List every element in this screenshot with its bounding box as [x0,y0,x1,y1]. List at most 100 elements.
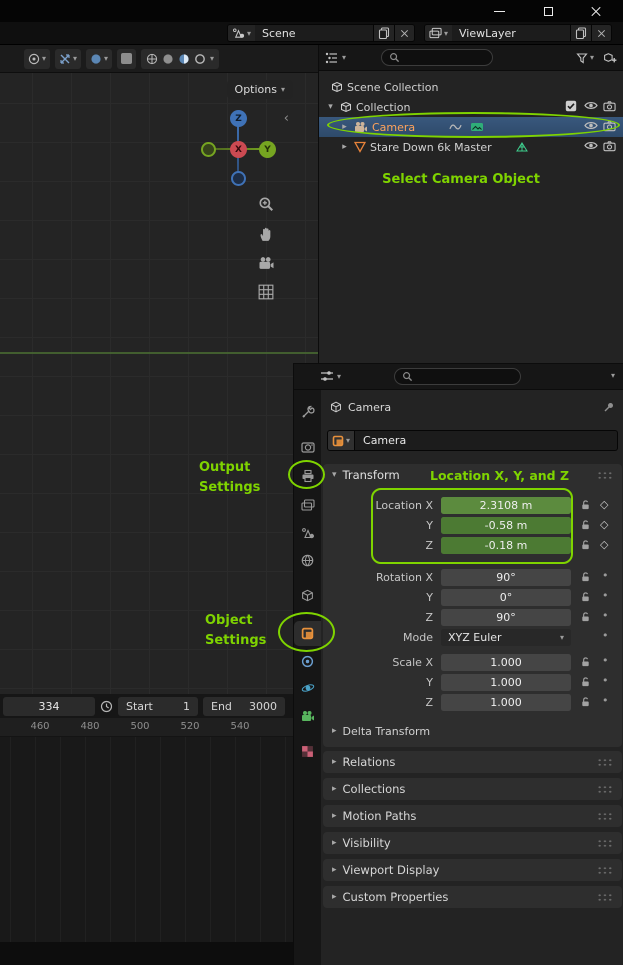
outliner-row-camera[interactable]: ▸ Camera [319,117,623,137]
object-id-button[interactable]: ▾ [327,430,356,451]
panel-grip-icon[interactable] [597,838,613,848]
animate-dot-icon[interactable]: • [602,609,609,622]
rotation-x-field[interactable]: 90° [441,569,571,586]
sidebar-toggle[interactable]: ‹ [284,111,289,126]
object-name-field[interactable]: Camera [355,430,618,451]
material-shading-icon[interactable] [178,53,190,65]
tab-physics[interactable] [294,675,321,700]
panel-grip-icon[interactable] [597,757,613,767]
new-scene-button[interactable] [373,24,395,42]
frame-start-field[interactable]: Start 1 [118,696,198,716]
wireframe-shading-icon[interactable] [146,53,158,65]
keyframe-icon[interactable]: ◇ [600,538,608,551]
scene-name-field[interactable]: Scene [255,24,374,42]
lock-icon[interactable] [580,499,591,510]
keyframe-icon[interactable]: ◇ [600,518,608,531]
scene-browse-button[interactable]: ▾ [227,24,256,42]
lock-icon[interactable] [580,571,591,582]
filter-button[interactable]: ▾ [576,52,594,64]
animate-dot-icon[interactable]: • [602,654,609,667]
animate-dot-icon[interactable]: • [602,569,609,582]
new-collection-icon[interactable] [603,51,618,64]
collection-checkbox[interactable] [565,100,577,112]
maximize-button[interactable] [527,0,569,22]
properties-options-dropdown[interactable]: ▾ [611,371,615,380]
camera-view-icon[interactable] [258,256,275,270]
animate-dot-icon[interactable]: • [602,589,609,602]
pin-icon[interactable] [603,401,615,413]
outliner-search-input[interactable] [381,49,494,66]
location-z-field[interactable]: -0.18 m [441,537,571,554]
scale-x-field[interactable]: 1.000 [441,654,571,671]
gizmo-y-negative[interactable] [201,142,216,157]
outliner-row-scene-collection[interactable]: Scene Collection [319,77,623,97]
animate-dot-icon[interactable]: • [602,694,609,707]
new-viewlayer-button[interactable] [570,24,592,42]
gizmo-x-axis[interactable]: X [230,141,247,158]
scale-y-field[interactable]: 1.000 [441,674,571,691]
expand-icon[interactable]: ▸ [339,142,350,152]
animate-dot-icon[interactable]: • [602,674,609,687]
close-button[interactable] [575,0,617,22]
tab-object[interactable] [294,621,321,646]
solid-shading-icon[interactable] [162,53,174,65]
options-dropdown[interactable]: Options ▾ [226,80,293,99]
scale-z-field[interactable]: 1.000 [441,694,571,711]
disable-in-render-camera-icon[interactable] [603,100,616,112]
viewport-display-panel[interactable]: ▸ Viewport Display [323,859,622,881]
tab-render[interactable] [294,434,321,459]
orthographic-grid-icon[interactable] [258,284,274,300]
properties-search-input[interactable] [394,368,521,385]
panel-grip-icon[interactable] [597,811,613,821]
panel-grip-icon[interactable] [597,784,613,794]
rotation-y-field[interactable]: 0° [441,589,571,606]
current-frame-field[interactable]: 334 [3,696,95,716]
collections-panel[interactable]: ▸ Collections [323,778,622,800]
remove-viewlayer-button[interactable] [591,24,613,42]
panel-grip-icon[interactable] [597,865,613,875]
snap-dropdown[interactable]: ▾ [55,48,82,69]
disable-in-render-camera-icon[interactable] [603,140,616,152]
lock-icon[interactable] [580,611,591,622]
mode-dropdown[interactable]: ▾ [24,48,51,69]
panel-grip-icon[interactable] [597,892,613,902]
hide-in-viewport-eye-icon[interactable] [584,120,598,131]
rotation-z-field[interactable]: 90° [441,609,571,626]
tab-output[interactable] [294,463,321,488]
relations-panel[interactable]: ▸ Relations [323,751,622,773]
lock-icon[interactable] [580,676,591,687]
gizmo-z-negative[interactable] [231,171,246,186]
gizmo-z-axis[interactable]: Z [230,110,247,127]
minimize-button[interactable] [478,0,520,22]
tab-tool[interactable] [294,399,321,424]
transform-panel-header[interactable]: ▾ Transform [323,464,622,486]
hide-in-viewport-eye-icon[interactable] [584,140,598,151]
lock-icon[interactable] [580,591,591,602]
outliner-row-stare-down[interactable]: ▸ Stare Down 6k Master [319,137,623,157]
panel-grip-icon[interactable] [597,470,613,480]
tab-texture[interactable] [294,739,321,764]
animate-dot-icon[interactable]: • [602,629,609,642]
lock-icon[interactable] [580,519,591,530]
location-x-field[interactable]: 2.3108 m [441,497,571,514]
tab-view-layer[interactable] [294,492,321,517]
timeline-tracks[interactable] [0,737,293,942]
hide-in-viewport-eye-icon[interactable] [584,100,598,111]
timeline-ruler[interactable]: 460 480 500 520 540 [0,718,293,737]
tab-world[interactable] [294,548,321,573]
motion-paths-panel[interactable]: ▸ Motion Paths [323,805,622,827]
expand-icon[interactable]: ▸ [339,122,350,132]
rotation-mode-dropdown[interactable]: XYZ Euler ▾ [441,629,571,646]
viewlayer-browse-button[interactable]: ▾ [424,24,453,42]
lock-icon[interactable] [580,696,591,707]
overlay-toggle-button[interactable] [117,48,137,69]
zoom-icon[interactable] [258,196,274,212]
visibility-panel[interactable]: ▸ Visibility [323,832,622,854]
gizmo-y-axis[interactable]: Y [259,141,276,158]
tab-scene[interactable] [294,520,321,545]
expand-icon[interactable]: ▾ [325,102,336,112]
delta-transform-subpanel[interactable]: ▸ Delta Transform [321,721,623,741]
viewlayer-name-field[interactable]: ViewLayer [452,24,571,42]
lock-icon[interactable] [580,539,591,550]
custom-properties-panel[interactable]: ▸ Custom Properties [323,886,622,908]
